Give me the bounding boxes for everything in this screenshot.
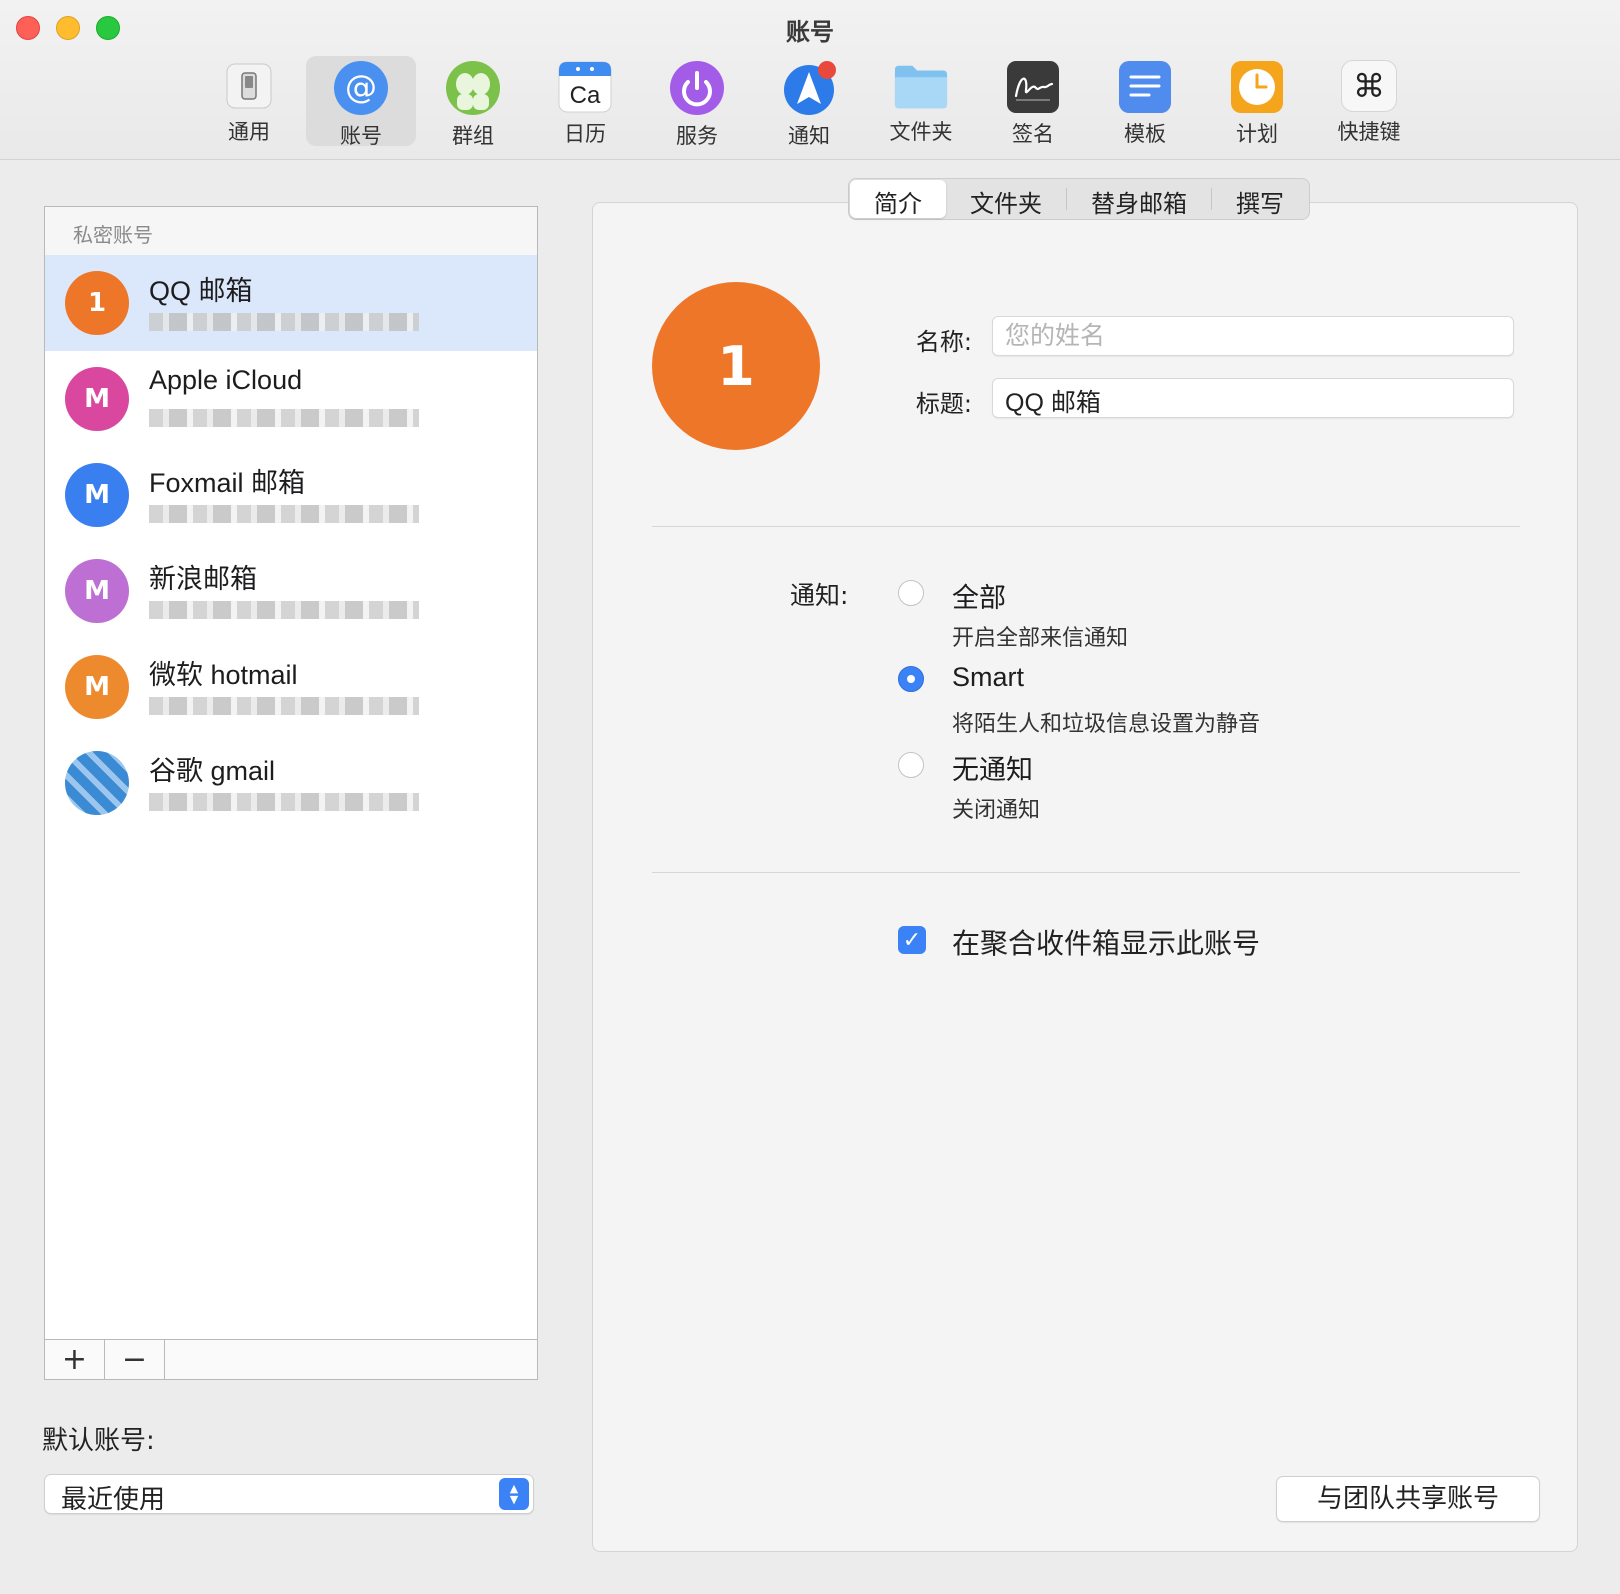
unified-inbox-checkbox[interactable]: ✓ — [898, 926, 926, 954]
default-account-select[interactable]: 最近使用 ▲ ▼ — [44, 1474, 534, 1515]
tab-profile[interactable]: 简介 — [850, 180, 946, 218]
notify-none-radio[interactable] — [898, 752, 924, 778]
account-email-redacted — [149, 409, 419, 427]
account-name: 谷歌 gmail — [149, 756, 276, 786]
svg-text:@: @ — [345, 68, 377, 106]
phone-switch-icon — [221, 60, 277, 112]
account-avatar: M — [65, 463, 129, 527]
notify-all-title: 全部 — [952, 583, 1006, 613]
command-key-icon: ⌘ — [1341, 60, 1397, 112]
account-avatar: M — [65, 367, 129, 431]
account-name: 微软 hotmail — [149, 660, 298, 690]
detail-tab-bar: 简介 文件夹 替身邮箱 撰写 — [848, 178, 1310, 220]
account-email-redacted — [149, 697, 419, 715]
remove-account-button[interactable]: − — [105, 1340, 165, 1379]
toolbar-item-calendar[interactable]: Ca 日历 — [530, 56, 640, 146]
account-email-redacted — [149, 601, 419, 619]
notify-all-desc: 开启全部来信通知 — [952, 626, 1129, 651]
account-avatar: M — [65, 655, 129, 719]
title-label: 标题: — [915, 390, 972, 418]
list-section-header: 私密账号 — [45, 207, 537, 255]
account-email-redacted — [149, 793, 419, 811]
power-service-icon — [669, 60, 725, 116]
account-name: Apple iCloud — [149, 365, 303, 395]
account-list: 私密账号 1 QQ 邮箱 M Apple iCloud M Foxmail 邮箱… — [44, 206, 538, 1380]
calendar-icon: Ca — [557, 60, 613, 114]
title-bar: 账号 通用 @ 账号 群组 Ca 日历 服务 通知 文件夹 签名 模板 计划 ⌘… — [0, 0, 1620, 160]
toolbar-item-schedule[interactable]: 计划 — [1202, 56, 1312, 146]
toolbar-item-notifications[interactable]: 通知 — [754, 56, 864, 148]
toolbar-item-signature[interactable]: 签名 — [978, 56, 1088, 146]
preferences-toolbar: 通用 @ 账号 群组 Ca 日历 服务 通知 文件夹 签名 模板 计划 ⌘ 快捷… — [0, 56, 1620, 148]
toolbar-item-shortcuts[interactable]: ⌘ 快捷键 — [1314, 56, 1424, 146]
tab-folders[interactable]: 文件夹 — [946, 180, 1066, 218]
notify-smart-desc: 将陌生人和垃圾信息设置为静音 — [952, 712, 1261, 737]
preferences-window: 账号 通用 @ 账号 群组 Ca 日历 服务 通知 文件夹 签名 模板 计划 ⌘… — [0, 0, 1620, 1594]
name-label: 名称: — [915, 328, 972, 356]
notify-all-radio[interactable] — [898, 580, 924, 606]
account-row-hotmail[interactable]: M 微软 hotmail — [45, 639, 537, 735]
window-title: 账号 — [786, 18, 834, 46]
account-email-redacted — [149, 505, 419, 523]
select-arrows-icon: ▲ ▼ — [499, 1478, 529, 1510]
notify-none-title: 无通知 — [952, 755, 1033, 785]
account-avatar-photo — [65, 751, 129, 815]
unified-inbox-label[interactable]: 在聚合收件箱显示此账号 — [952, 922, 1260, 962]
notifications-label: 通知: — [790, 581, 849, 610]
toolbar-item-folders[interactable]: 文件夹 — [866, 56, 976, 146]
account-row-sina[interactable]: M 新浪邮箱 — [45, 543, 537, 639]
toolbar-item-services[interactable]: 服务 — [642, 56, 752, 148]
toolbar-item-general[interactable]: 通用 — [194, 56, 304, 146]
account-name: Foxmail 邮箱 — [149, 468, 306, 498]
folder-icon — [893, 60, 949, 112]
group-people-icon — [445, 60, 501, 116]
notify-smart-radio[interactable] — [898, 666, 924, 692]
svg-text:Ca: Ca — [570, 82, 601, 109]
account-name: 新浪邮箱 — [149, 564, 257, 594]
account-email-redacted — [149, 313, 419, 331]
section-divider — [652, 872, 1520, 873]
name-input[interactable] — [992, 316, 1514, 356]
clock-icon — [1229, 60, 1285, 114]
account-list-footer: + − — [45, 1339, 537, 1379]
default-account-value: 最近使用 — [61, 1485, 166, 1515]
account-name: QQ 邮箱 — [149, 276, 253, 306]
account-avatar-large[interactable]: 1 — [652, 282, 820, 450]
notify-smart-title: Smart — [952, 662, 1025, 692]
at-sign-icon: @ — [333, 60, 389, 116]
notification-arrow-icon — [781, 60, 837, 116]
checkmark-icon: ✓ — [902, 927, 922, 953]
account-row-gmail[interactable]: 谷歌 gmail — [45, 735, 537, 831]
title-input[interactable]: QQ 邮箱 — [992, 378, 1514, 418]
section-divider — [652, 526, 1520, 527]
signature-icon — [1005, 60, 1061, 114]
add-account-button[interactable]: + — [45, 1340, 105, 1379]
account-avatar: M — [65, 559, 129, 623]
toolbar-item-groups[interactable]: 群组 — [418, 56, 528, 148]
notify-none-desc: 关闭通知 — [952, 798, 1041, 823]
toolbar-item-templates[interactable]: 模板 — [1090, 56, 1200, 146]
tab-compose[interactable]: 撰写 — [1212, 180, 1308, 218]
account-avatar: 1 — [65, 271, 129, 335]
account-row-icloud[interactable]: M Apple iCloud — [45, 351, 537, 447]
account-row-qq[interactable]: 1 QQ 邮箱 — [45, 255, 537, 351]
share-with-team-button[interactable]: 与团队共享账号 — [1276, 1476, 1540, 1522]
toolbar-item-accounts[interactable]: @ 账号 — [306, 56, 416, 148]
default-account-label: 默认账号: — [42, 1426, 155, 1456]
template-icon — [1117, 60, 1173, 114]
tab-alias-mailbox[interactable]: 替身邮箱 — [1067, 180, 1211, 218]
account-row-foxmail[interactable]: M Foxmail 邮箱 — [45, 447, 537, 543]
